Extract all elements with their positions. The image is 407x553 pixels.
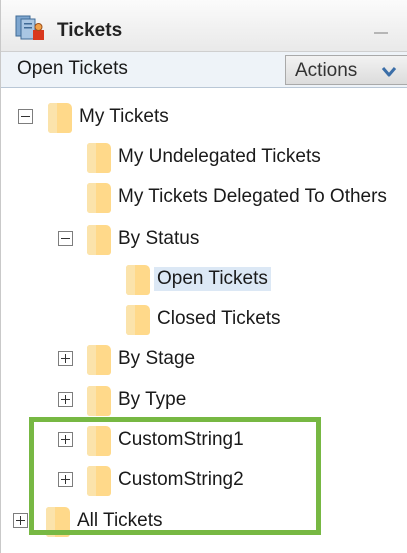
expand-icon[interactable] [58,432,73,447]
folder-icon [87,143,111,173]
folder-icon [87,466,111,496]
tree-node-label[interactable]: All Tickets [74,509,166,533]
folder-icon [87,183,111,213]
folder-icon [48,103,72,133]
tree-node-label[interactable]: Closed Tickets [154,307,284,331]
expand-icon[interactable] [58,472,73,487]
tickets-panel: Tickets Open Tickets Actions My Tickets … [0,0,407,553]
folder-icon [126,265,150,295]
actions-label: Actions [295,60,358,81]
expand-icon[interactable] [58,392,73,407]
folder-icon [87,225,111,255]
tree-node-label[interactable]: CustomString2 [115,468,247,492]
folder-icon [46,507,70,537]
folder-icon [87,345,111,375]
folder-icon [126,305,150,335]
expand-icon[interactable] [13,513,28,528]
view-bar: Open Tickets Actions [1,52,407,88]
folder-icon [87,386,111,416]
expand-icon[interactable] [58,351,73,366]
actions-button[interactable]: Actions [285,55,407,85]
current-view-label: Open Tickets [17,58,128,79]
panel-header: Tickets [1,0,407,52]
chevron-down-icon [381,65,397,77]
tree-node-label[interactable]: My Undelegated Tickets [115,145,324,169]
tickets-icon [13,14,47,42]
collapse-icon[interactable] [18,109,33,124]
tree-node-label[interactable]: By Type [115,388,189,412]
panel-title: Tickets [57,20,123,41]
tree-node-label[interactable]: By Stage [115,347,198,371]
tree-node-label[interactable]: My Tickets [76,105,172,129]
collapse-icon[interactable] [58,231,73,246]
minimize-icon[interactable] [372,21,390,35]
tree-node-label[interactable]: CustomString1 [115,428,247,452]
folder-icon [87,426,111,456]
tree-node-label[interactable]: By Status [115,227,202,251]
tree-node-label[interactable]: Open Tickets [154,267,271,291]
tree-node-label[interactable]: My Tickets Delegated To Others [115,185,390,209]
